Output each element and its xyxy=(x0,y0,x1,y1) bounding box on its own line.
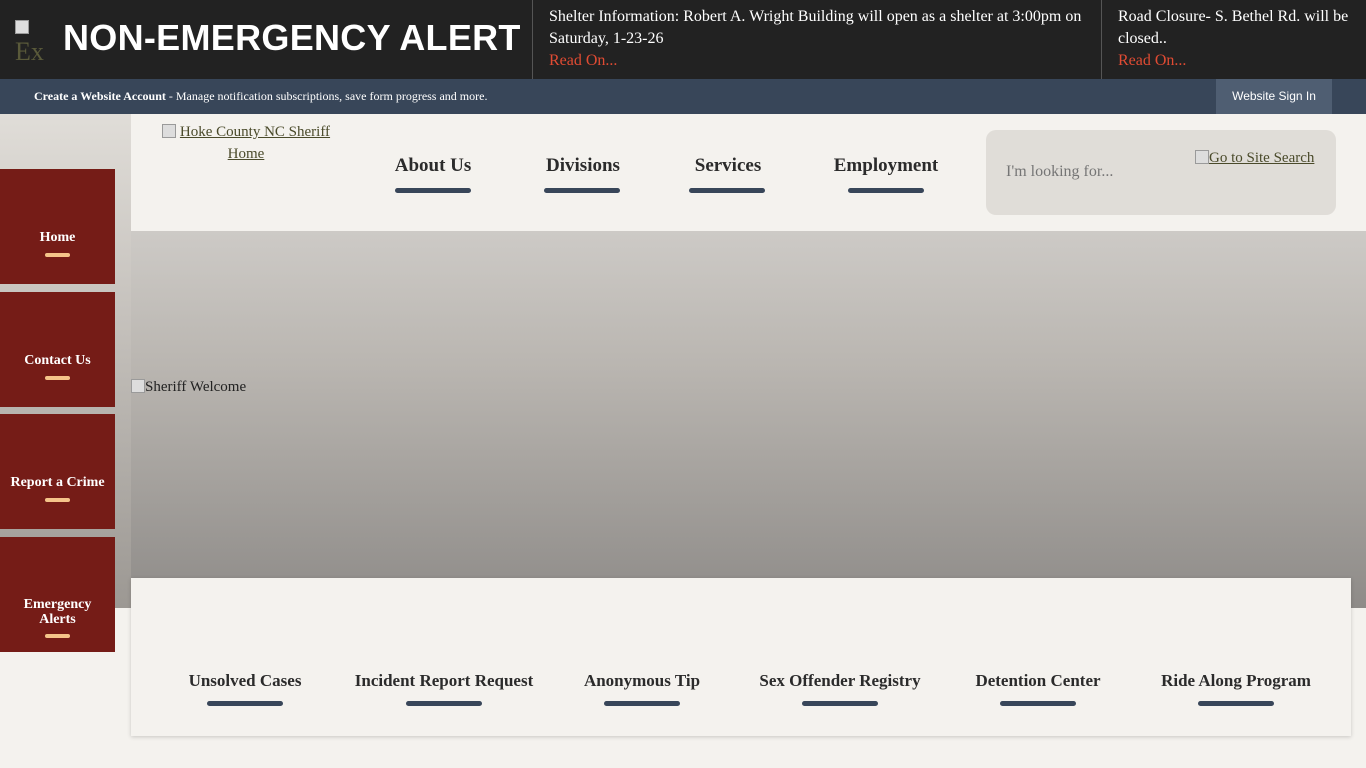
quick-link-underline xyxy=(207,701,283,706)
side-button-accent xyxy=(45,253,70,257)
quick-link-underline xyxy=(604,701,680,706)
alert-item: Road Closure- S. Bethel Rd. will be clos… xyxy=(1101,0,1366,79)
account-bar: Create a Website Account - Manage notifi… xyxy=(0,79,1366,114)
quick-link-unsolved-cases[interactable]: Unsolved Cases xyxy=(185,671,305,691)
nav-underline xyxy=(544,188,620,193)
quick-link-detention-center[interactable]: Detention Center xyxy=(972,671,1104,691)
side-button-emergency-alerts[interactable]: Emergency Alerts xyxy=(0,537,115,652)
quick-links-panel xyxy=(131,578,1351,736)
nav-underline xyxy=(395,188,471,193)
side-button-accent xyxy=(45,498,70,502)
alert-icon-alt: Ex xyxy=(15,37,44,61)
hero-image-alt: Sheriff Welcome xyxy=(145,379,247,395)
side-button-label: Alerts xyxy=(39,612,76,627)
side-button-report-a-crime[interactable]: Report a Crime xyxy=(0,414,115,529)
alert-item: Shelter Information: Robert A. Wright Bu… xyxy=(532,0,1101,79)
site-search-button[interactable]: Go to Site Search xyxy=(1195,150,1314,167)
side-button-accent xyxy=(45,376,70,380)
side-button-label: Home xyxy=(39,230,76,245)
nav-about-us[interactable]: About Us xyxy=(394,155,472,177)
alert-read-on-link[interactable]: Read On... xyxy=(1118,50,1351,72)
create-account-description: - Manage notification subscriptions, sav… xyxy=(165,89,488,103)
side-button-label: Emergency xyxy=(23,597,92,612)
broken-image-icon xyxy=(15,20,29,34)
quick-link-underline xyxy=(1000,701,1076,706)
search-icon xyxy=(1195,150,1209,164)
quick-link-incident-report-request[interactable]: Incident Report Request xyxy=(351,671,537,691)
side-button-home[interactable]: Home xyxy=(0,169,115,284)
alert-read-on-link[interactable]: Read On... xyxy=(549,50,1086,72)
website-sign-in-button[interactable]: Website Sign In xyxy=(1216,79,1332,114)
quick-link-sex-offender-registry[interactable]: Sex Offender Registry xyxy=(756,671,924,691)
logo-alt-line1: Hoke County NC Sheriff xyxy=(179,124,331,140)
hero-banner xyxy=(131,231,1366,608)
nav-underline xyxy=(848,188,924,193)
broken-image-icon xyxy=(161,124,176,138)
site-logo-link[interactable]: Hoke County NC Sheriff Home xyxy=(146,121,346,165)
quick-link-underline xyxy=(1198,701,1274,706)
alert-item-text: Shelter Information: Robert A. Wright Bu… xyxy=(549,8,1082,47)
side-button-contact-us[interactable]: Contact Us xyxy=(0,292,115,407)
nav-underline xyxy=(689,188,765,193)
quick-link-anonymous-tip[interactable]: Anonymous Tip xyxy=(580,671,704,691)
side-button-label: Report a Crime xyxy=(10,475,105,490)
create-account-link[interactable]: Create a Website Account xyxy=(34,89,166,103)
quick-link-ride-along-program[interactable]: Ride Along Program xyxy=(1158,671,1314,691)
nav-divisions[interactable]: Divisions xyxy=(543,155,623,177)
side-button-label: Contact Us xyxy=(24,353,91,368)
quick-link-underline xyxy=(802,701,878,706)
site-search-button-alt: Go to Site Search xyxy=(1209,150,1315,166)
side-button-accent xyxy=(45,634,70,638)
logo-alt-line2: Home xyxy=(227,146,265,162)
alert-icon: Ex xyxy=(15,20,55,60)
nav-employment[interactable]: Employment xyxy=(832,155,940,177)
account-notice: Create a Website Account - Manage notifi… xyxy=(34,89,487,104)
alert-item-text: Road Closure- S. Bethel Rd. will be clos… xyxy=(1118,8,1349,47)
broken-image-icon xyxy=(131,379,145,393)
nav-services[interactable]: Services xyxy=(690,155,766,177)
search-input[interactable] xyxy=(1006,163,1181,181)
hero-image: Sheriff Welcome xyxy=(131,379,246,396)
alert-title: NON-EMERGENCY ALERT xyxy=(63,17,521,58)
quick-link-underline xyxy=(406,701,482,706)
alert-bar: Ex NON-EMERGENCY ALERT Shelter Informati… xyxy=(0,0,1366,79)
